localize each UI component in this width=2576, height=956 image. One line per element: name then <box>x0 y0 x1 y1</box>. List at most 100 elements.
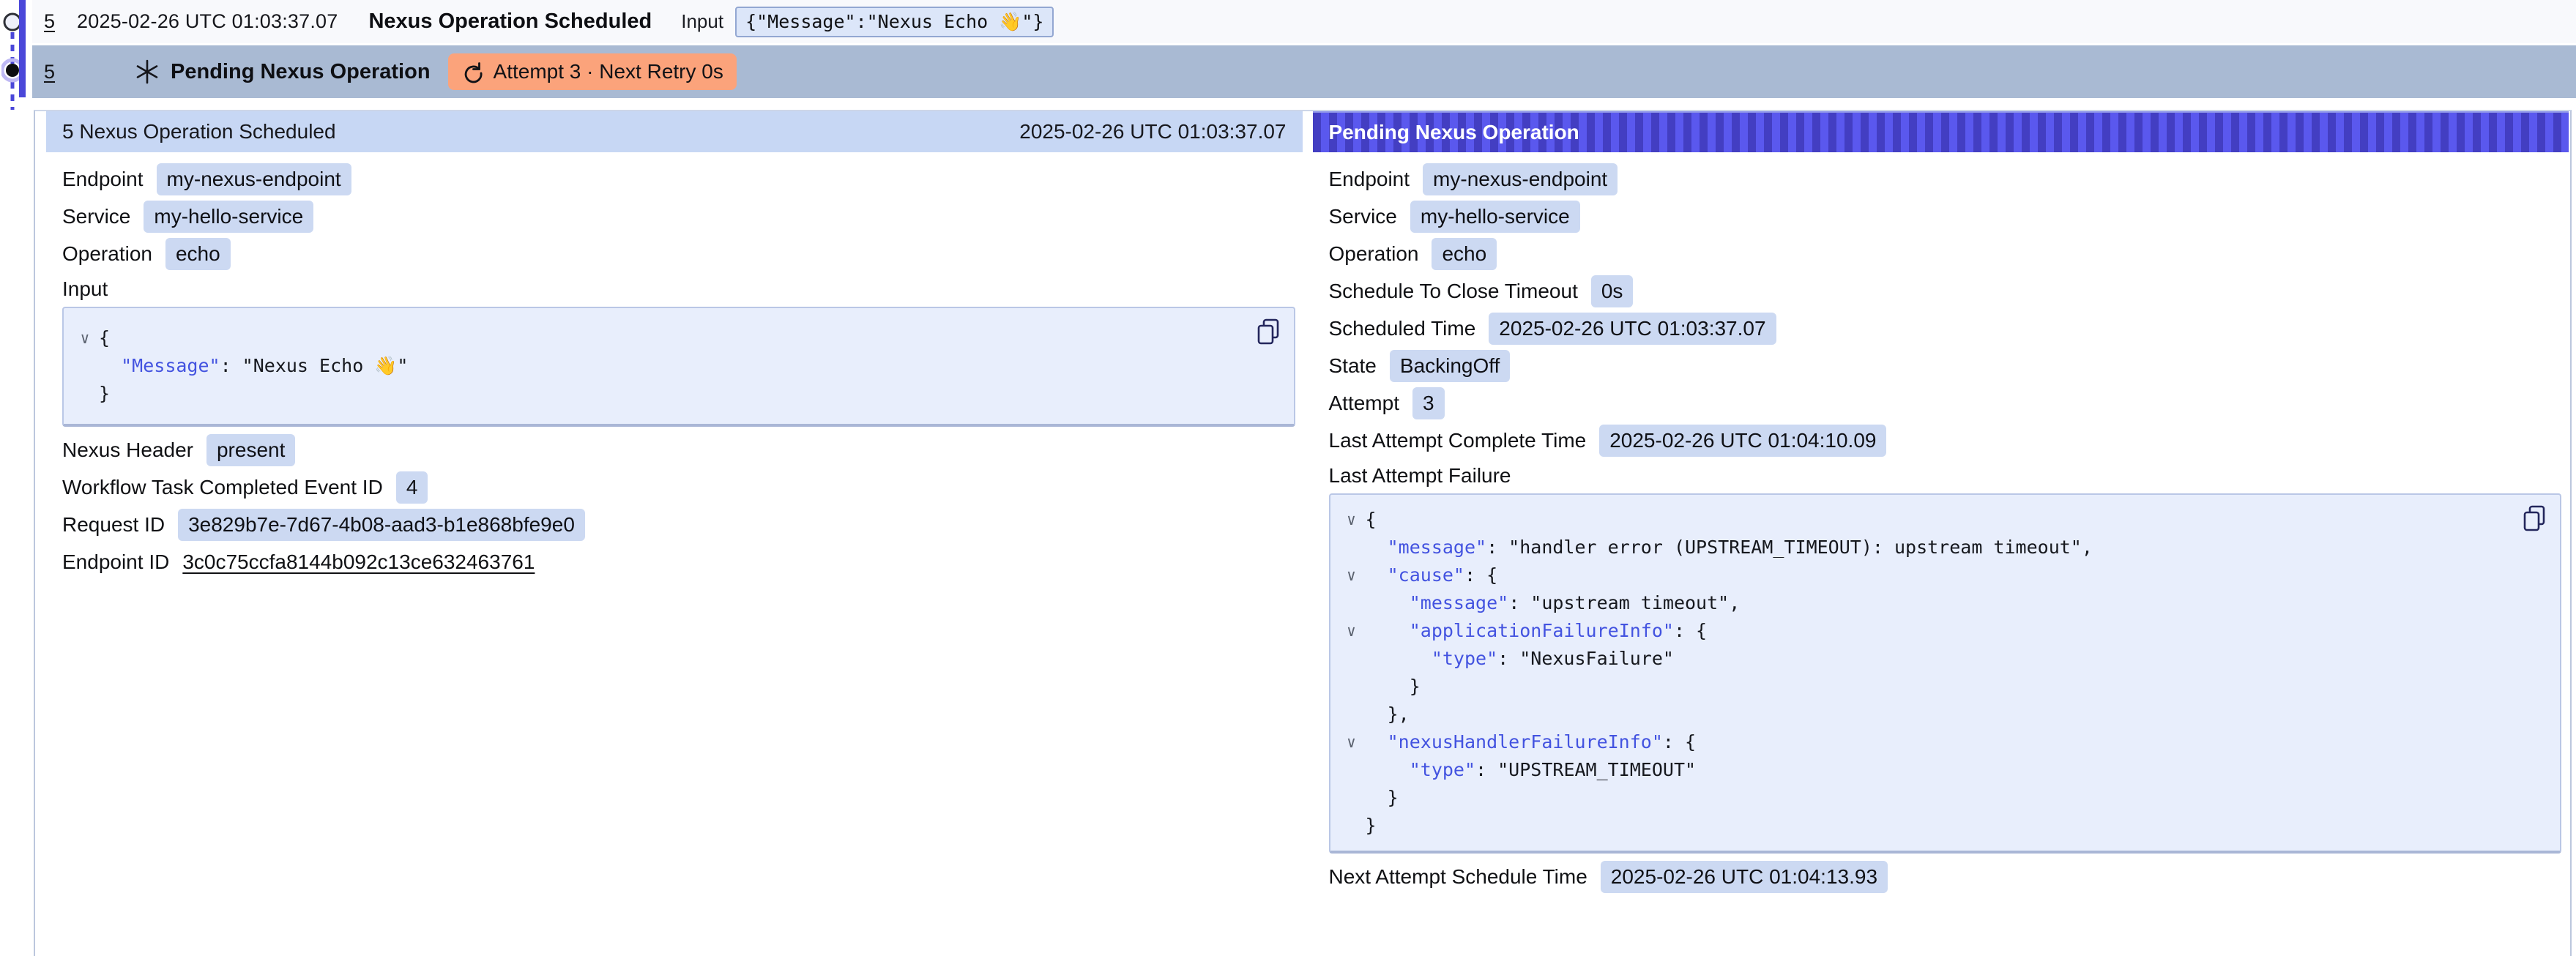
event-id-link[interactable]: 5 <box>44 61 55 83</box>
copy-button[interactable] <box>2522 504 2550 534</box>
field-value-badge: 2025-02-26 UTC 01:04:10.09 <box>1599 425 1886 457</box>
field-value-badge: echo <box>1432 238 1497 270</box>
json-value: } <box>99 380 110 408</box>
code-gutter <box>1338 673 1366 701</box>
field-value-badge: BackingOff <box>1390 350 1510 382</box>
field-workflow-task-completed-event-id: Workflow Task Completed Event ID 4 <box>62 471 1303 504</box>
field-value-badge: my-nexus-endpoint <box>157 163 351 195</box>
field-label: Endpoint ID <box>62 550 169 574</box>
field-value-badge: 2025-02-26 UTC 01:03:37.07 <box>1489 313 1776 345</box>
field-value-badge: my-hello-service <box>1410 201 1580 233</box>
json-value: { <box>99 324 110 352</box>
asterisk-pending-icon <box>134 59 160 85</box>
code-line: ∨ "applicationFailureInfo": { <box>1338 617 2517 645</box>
code-gutter <box>1338 645 1366 673</box>
code-gutter <box>1338 784 1366 812</box>
last-attempt-failure-label: Last Attempt Failure <box>1329 463 2569 489</box>
json-value: } <box>1366 812 1377 840</box>
field-label: Request ID <box>62 513 165 537</box>
timeline-open-node-icon[interactable] <box>4 14 21 30</box>
right-panel-body: Endpoint my-nexus-endpoint Service my-he… <box>1313 152 2569 898</box>
event-input-label: Input <box>681 10 723 33</box>
field-request-id: Request ID 3e829b7e-7d67-4b08-aad3-b1e86… <box>62 509 1303 541</box>
field-endpoint-id: Endpoint ID 3c0c75ccfa8144b092c13ce63246… <box>62 546 1303 578</box>
json-key: "type" <box>1432 645 1497 673</box>
code-gutter <box>71 352 99 380</box>
json-value: : { <box>1663 728 1696 756</box>
field-value-badge: my-nexus-endpoint <box>1423 163 1618 195</box>
field-endpoint: Endpoint my-nexus-endpoint <box>62 163 1303 195</box>
field-state: State BackingOff <box>1329 350 2569 382</box>
retry-icon <box>461 60 485 83</box>
field-operation: Operation echo <box>62 238 1303 270</box>
field-label: Next Attempt Schedule Time <box>1329 865 1587 889</box>
field-service: Service my-hello-service <box>1329 201 2569 233</box>
event-input-value-badge[interactable]: {"Message":"Nexus Echo 👋"} <box>735 7 1054 37</box>
left-panel-timestamp: 2025-02-26 UTC 01:03:37.07 <box>1019 120 1286 143</box>
json-value: : "Nexus Echo 👋" <box>220 352 409 380</box>
input-section-label: Input <box>62 276 1303 302</box>
field-value-badge: present <box>206 434 295 466</box>
event-title: Nexus Operation Scheduled <box>368 10 652 34</box>
json-value: : { <box>1464 561 1497 589</box>
code-line: ∨ "cause": { <box>1338 561 2517 589</box>
json-value: { <box>1366 506 1377 534</box>
field-service: Service my-hello-service <box>62 201 1303 233</box>
field-value-badge: 4 <box>396 471 428 504</box>
collapse-chevron-icon[interactable]: ∨ <box>1338 617 1366 645</box>
field-endpoint: Endpoint my-nexus-endpoint <box>1329 163 2569 195</box>
event-id-link[interactable]: 5 <box>44 10 55 33</box>
endpoint-id-link[interactable]: 3c0c75ccfa8144b092c13ce632463761 <box>182 550 535 574</box>
collapse-chevron-icon[interactable]: ∨ <box>1338 561 1366 589</box>
field-label: Schedule To Close Timeout <box>1329 280 1578 303</box>
left-panel-title: 5 Nexus Operation Scheduled <box>62 120 336 143</box>
input-json-viewer: ∨{ "Message": "Nexus Echo 👋"} <box>62 307 1295 427</box>
json-value: : { <box>1674 617 1707 645</box>
retry-status-badge: Attempt 3 · Next Retry 0s <box>448 53 737 90</box>
code-line: "message": "handler error (UPSTREAM_TIME… <box>1338 534 2517 561</box>
field-last-attempt-complete-time: Last Attempt Complete Time 2025-02-26 UT… <box>1329 425 2569 457</box>
json-key: "message" <box>1388 534 1486 561</box>
field-label: Attempt <box>1329 392 1399 415</box>
retry-badge-text: Attempt 3 · Next Retry 0s <box>494 60 723 83</box>
code-line: } <box>1338 784 2517 812</box>
code-line: "message": "upstream timeout", <box>1338 589 2517 617</box>
code-line: }, <box>1338 701 2517 728</box>
json-value: : "NexusFailure" <box>1497 645 1674 673</box>
right-panel-header: Pending Nexus Operation <box>1313 111 2569 152</box>
code-gutter <box>1338 589 1366 617</box>
field-value-badge: 2025-02-26 UTC 01:04:13.93 <box>1601 861 1888 893</box>
copy-button[interactable] <box>1256 317 1284 348</box>
failure-json-viewer: ∨{ "message": "handler error (UPSTREAM_T… <box>1329 493 2562 854</box>
timeline-selected-node-icon[interactable] <box>6 64 19 77</box>
collapse-chevron-icon[interactable]: ∨ <box>1338 728 1366 756</box>
field-value-badge: my-hello-service <box>144 201 313 233</box>
collapse-chevron-icon[interactable]: ∨ <box>71 324 99 352</box>
code-line: "type": "NexusFailure" <box>1338 645 2517 673</box>
event-title: Pending Nexus Operation <box>171 60 431 84</box>
panel-pending-nexus-operation: Pending Nexus Operation Endpoint my-nexu… <box>1313 111 2569 956</box>
field-label: Service <box>62 205 130 228</box>
field-operation: Operation echo <box>1329 238 2569 270</box>
code-gutter <box>1338 701 1366 728</box>
json-key: "Message" <box>121 352 220 380</box>
collapse-chevron-icon[interactable]: ∨ <box>1338 506 1366 534</box>
code-gutter <box>1338 534 1366 561</box>
json-key: "nexusHandlerFailureInfo" <box>1388 728 1663 756</box>
field-next-attempt-schedule-time: Next Attempt Schedule Time 2025-02-26 UT… <box>1329 861 2569 893</box>
json-key: "applicationFailureInfo" <box>1410 617 1674 645</box>
field-label: State <box>1329 354 1377 378</box>
left-panel-body: Endpoint my-nexus-endpoint Service my-he… <box>46 152 1303 583</box>
field-value-badge: echo <box>165 238 231 270</box>
code-line: } <box>1338 673 2517 701</box>
field-value-badge: 0s <box>1591 275 1634 307</box>
event-row-nexus-operation-scheduled[interactable]: 5 2025-02-26 UTC 01:03:37.07 Nexus Opera… <box>32 0 2576 43</box>
event-row-pending-nexus-operation[interactable]: 5 Pending Nexus Operation Attempt 3 · Ne… <box>32 45 2576 98</box>
right-panel-title: Pending Nexus Operation <box>1329 121 1579 144</box>
field-attempt: Attempt 3 <box>1329 387 2569 419</box>
field-label: Nexus Header <box>62 438 193 462</box>
selected-event-accent-bar <box>19 0 26 97</box>
code-line: } <box>1338 812 2517 840</box>
json-key: "message" <box>1410 589 1508 617</box>
event-timestamp: 2025-02-26 UTC 01:03:37.07 <box>77 10 338 33</box>
